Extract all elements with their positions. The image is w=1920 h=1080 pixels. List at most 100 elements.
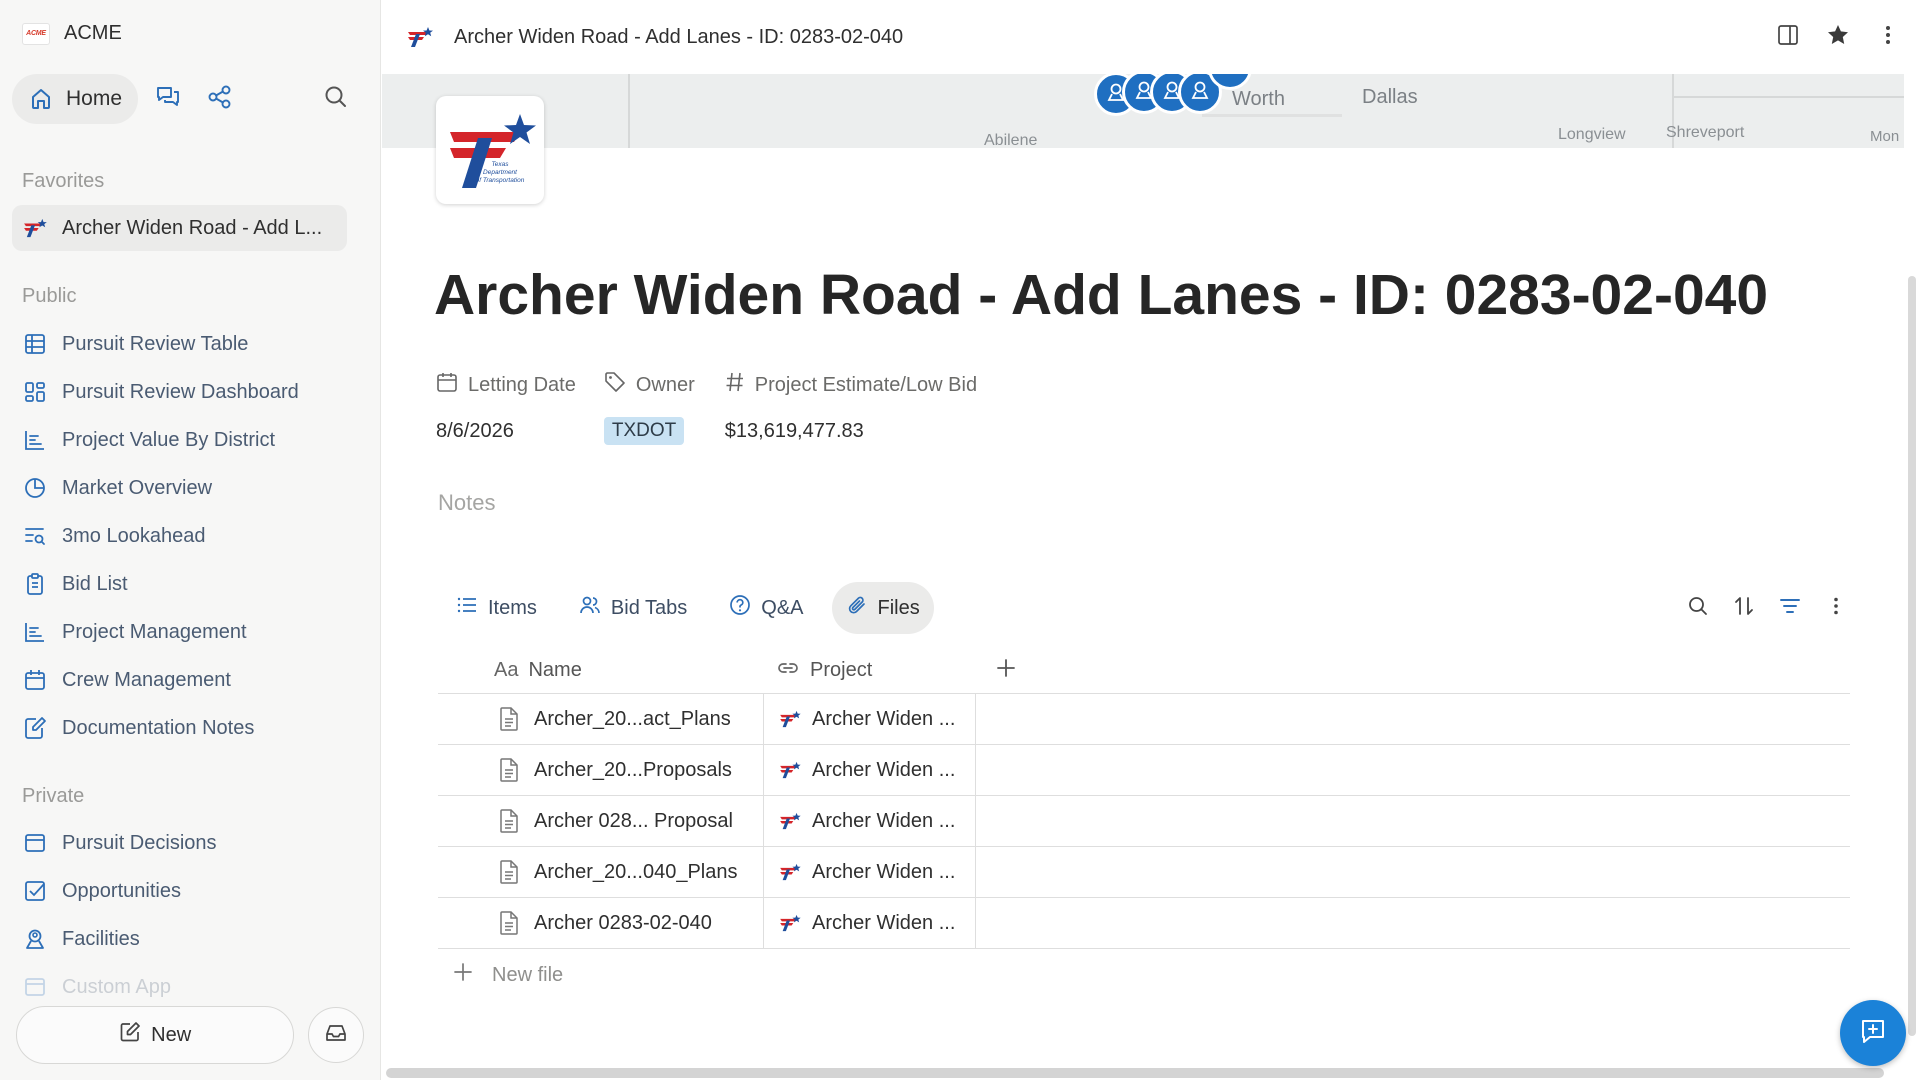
workspace-name: ACME [64,22,122,44]
sidebar-item-crew-management[interactable]: Crew Management [12,656,352,704]
table-row[interactable]: Archer_20...act_Plans Archer Widen ... [438,694,1850,745]
inbox-button[interactable] [308,1007,364,1063]
page-title[interactable]: Archer Widen Road - Add Lanes - ID: 0283… [434,262,1768,328]
project-link[interactable]: Archer Widen ... [812,810,955,833]
tab-qa[interactable]: Q&A [715,582,817,634]
sidebar-item-facilities[interactable]: Facilities [12,915,352,963]
table-row[interactable]: Archer 028... Proposal Archer Widen ... [438,796,1850,847]
project-link[interactable]: Archer Widen ... [812,708,955,731]
toggle-panel-button[interactable] [1766,15,1810,59]
clipboard-icon [22,571,48,597]
new-file-row[interactable]: New file [438,949,1850,1001]
table-icon [22,331,48,357]
side-panel-icon [1777,24,1799,51]
sidebar-item-label: Project Management [62,620,247,643]
map-label-longview: Longview [1558,126,1626,143]
more-options-button[interactable] [1866,15,1910,59]
breadcrumb-title[interactable]: Archer Widen Road - Add Lanes - ID: 0283… [454,26,903,49]
project-link[interactable]: Archer Widen ... [812,759,955,782]
paperclip-icon [846,594,868,622]
cover-map[interactable]: Worth Dallas Abilene Longview Shreveport… [382,74,1904,148]
chat-button[interactable] [146,77,190,121]
tab-bid-tabs[interactable]: Bid Tabs [565,582,701,634]
property-value[interactable]: $13,619,477.83 [725,416,977,446]
sidebar-item-3mo-lookahead[interactable]: 3mo Lookahead [12,512,352,560]
sidebar-item-label: Facilities [62,927,140,950]
table-row[interactable]: Archer_20...Proposals Archer Widen ... [438,745,1850,796]
column-label: Name [528,659,582,681]
sidebar-item-market-overview[interactable]: Market Overview [12,464,352,512]
person-pin-icon [1190,80,1210,105]
share-nodes-icon [207,84,233,115]
sidebar-item-bid-list[interactable]: Bid List [12,560,352,608]
star-icon [1826,23,1850,52]
sort-button[interactable] [1722,590,1766,626]
property-name: Owner [635,373,695,396]
chat-assistant-button[interactable] [1840,1000,1906,1066]
favorite-item-archer-widen-road[interactable]: Archer Widen Road - Add L... [12,205,347,251]
bar-chart-icon [22,619,48,645]
tab-items[interactable]: Items [442,582,551,634]
sidebar-item-label: Crew Management [62,668,231,691]
column-header-project[interactable]: Project [764,657,976,685]
table-search-button[interactable] [1676,590,1720,626]
property-name: Letting Date [468,373,576,396]
connections-button[interactable] [198,77,242,121]
home-button[interactable]: Home [12,74,139,124]
tab-files[interactable]: Files [831,582,934,634]
property-letting-date[interactable]: Letting Date 8/6/2026 [436,372,576,446]
vertical-scrollbar[interactable] [1908,276,1916,1036]
window-icon [22,830,48,856]
sidebar-item-pursuit-review-dashboard[interactable]: Pursuit Review Dashboard [12,368,352,416]
file-name[interactable]: Archer 0283-02-040 [534,912,712,935]
sidebar-item-project-value-by-district[interactable]: Project Value By District [12,416,352,464]
sidebar-item-pursuit-review-table[interactable]: Pursuit Review Table [12,320,352,368]
map-label-dallas: Dallas [1362,86,1418,108]
notes-placeholder[interactable]: Notes [438,490,495,516]
sidebar-item-label: Opportunities [62,879,181,902]
map-label-mon: Mon [1870,128,1900,145]
list-icon [456,594,478,622]
property-owner[interactable]: Owner TXDOT [603,372,695,446]
owner-tag[interactable]: TXDOT [603,417,685,445]
table-row[interactable]: Archer 0283-02-040 Archer Widen ... [438,898,1850,949]
sidebar-item-pursuit-decisions[interactable]: Pursuit Decisions [12,819,352,867]
table-row[interactable]: Archer_20...040_Plans Archer Widen ... [438,847,1850,898]
project-link[interactable]: Archer Widen ... [812,912,955,935]
txdot-logo-icon [778,761,802,779]
sidebar-search-button[interactable] [314,77,358,121]
txdot-logo-icon [778,812,802,830]
file-name[interactable]: Archer 028... Proposal [534,810,733,833]
property-value[interactable]: 8/6/2026 [436,416,576,446]
horizontal-scrollbar[interactable] [386,1068,1884,1078]
add-column-button[interactable] [976,657,1036,684]
sidebar-item-opportunities[interactable]: Opportunities [12,867,352,915]
tab-label: Q&A [761,596,804,619]
new-file-label: New file [492,963,564,986]
sidebar-item-documentation-notes[interactable]: Documentation Notes [12,704,352,752]
favorite-button[interactable] [1816,15,1860,59]
new-button[interactable]: New [16,1006,295,1064]
sidebar-item-project-management[interactable]: Project Management [12,608,352,656]
filter-button[interactable] [1768,590,1812,626]
kebab-menu-icon [1833,596,1839,621]
file-icon [496,706,522,732]
file-name[interactable]: Archer_20...Proposals [534,759,732,782]
plus-icon [995,657,1017,684]
workspace-switcher[interactable]: ACME ACME [22,22,122,45]
sidebar-item-custom-app[interactable]: Custom App [12,963,352,1011]
map-label-abilene: Abilene [984,132,1038,148]
sidebar-item-label: Custom App [62,975,171,998]
home-icon [28,86,54,112]
project-link[interactable]: Archer Widen ... [812,861,955,884]
column-header-name[interactable]: Aa Name [438,659,764,682]
property-project-estimate[interactable]: Project Estimate/Low Bid $13,619,477.83 [725,372,977,446]
view-options-button[interactable] [1814,590,1858,626]
file-name[interactable]: Archer_20...040_Plans [534,861,737,884]
page-icon-txdot-logo[interactable]: Texas Department of Transportation [436,96,544,204]
compose-icon [119,1021,141,1049]
dashboard-icon [22,379,48,405]
file-name[interactable]: Archer_20...act_Plans [534,708,731,731]
file-icon [496,910,522,936]
txdot-logo-icon [406,26,434,48]
